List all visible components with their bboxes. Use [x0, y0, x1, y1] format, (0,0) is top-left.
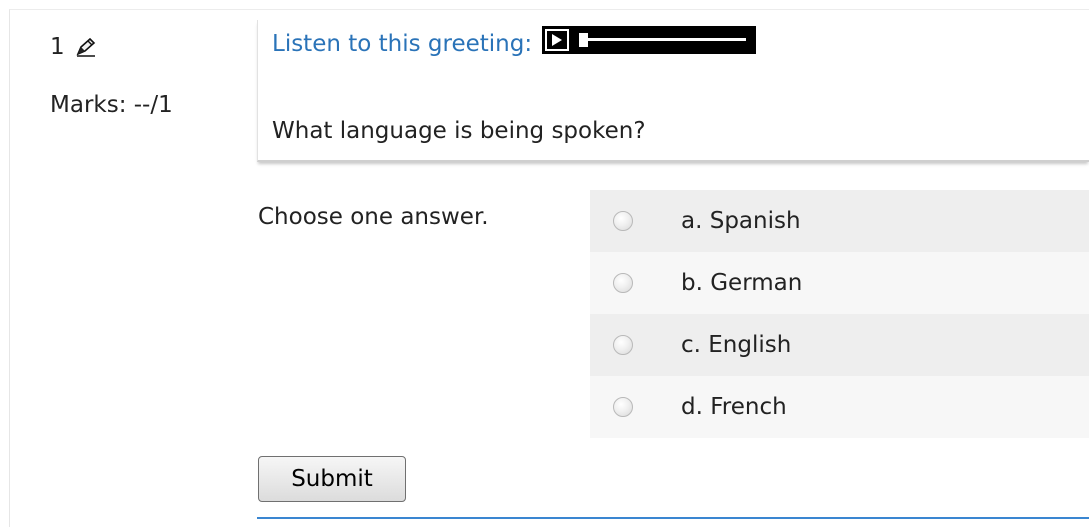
radio-button[interactable] — [613, 273, 633, 293]
pencil-edit-icon[interactable] — [75, 36, 97, 58]
listen-row: Listen to this greeting: — [272, 26, 757, 58]
marks-label: Marks: --/1 — [50, 92, 173, 118]
answer-option-d[interactable]: d. French — [590, 376, 1089, 438]
question-number-block: 1 — [50, 34, 97, 60]
radio-button[interactable] — [613, 335, 633, 355]
answer-label[interactable]: b. German — [681, 270, 802, 296]
answer-instruction: Choose one answer. — [258, 204, 489, 230]
audio-progress-thumb[interactable] — [579, 33, 589, 47]
question-text-panel: Listen to this greeting: What language i… — [257, 20, 1089, 162]
answer-label[interactable]: c. English — [681, 332, 791, 358]
answer-label[interactable]: a. Spanish — [681, 208, 801, 234]
answer-list: a. Spanish b. German c. English d. Frenc… — [590, 190, 1089, 438]
divider — [257, 517, 1089, 519]
question-number: 1 — [50, 34, 65, 60]
answer-option-a[interactable]: a. Spanish — [590, 190, 1089, 252]
audio-player[interactable] — [542, 26, 757, 54]
question-prompt: What language is being spoken? — [272, 118, 646, 144]
answer-option-b[interactable]: b. German — [590, 252, 1089, 314]
answer-option-c[interactable]: c. English — [590, 314, 1089, 376]
listen-label: Listen to this greeting: — [272, 31, 533, 57]
radio-button[interactable] — [613, 397, 633, 417]
answer-label[interactable]: d. French — [681, 394, 787, 420]
radio-button[interactable] — [613, 211, 633, 231]
submit-button[interactable]: Submit — [258, 456, 406, 502]
audio-progress-track[interactable] — [582, 38, 747, 41]
play-icon[interactable] — [545, 29, 570, 51]
